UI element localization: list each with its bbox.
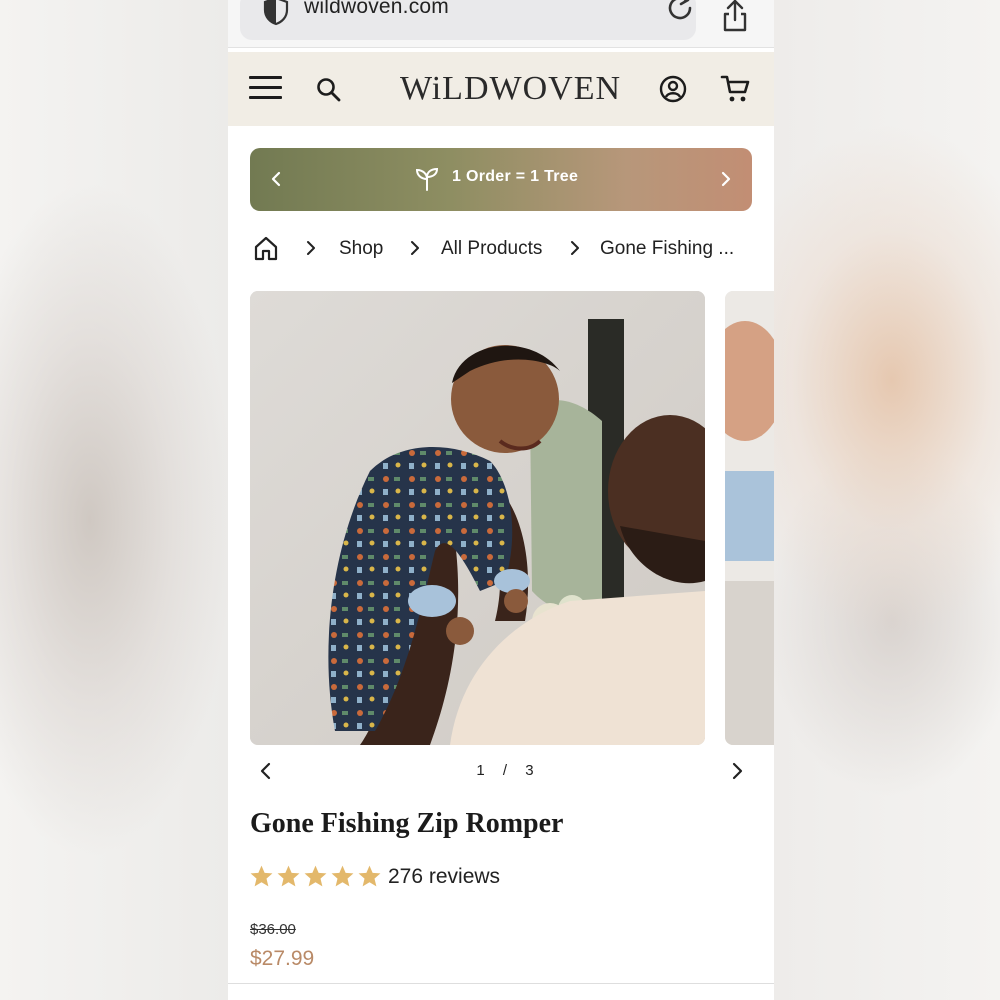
cart-icon[interactable] [720, 74, 752, 104]
next-photo [725, 291, 774, 745]
sprout-icon [415, 167, 439, 191]
site-logo[interactable]: WiLDWOVEN [400, 68, 620, 110]
star-icon [304, 865, 327, 887]
star-icon [250, 865, 273, 887]
background-blur-left [0, 0, 228, 1000]
star-icon [358, 865, 381, 887]
gallery-counter: 1 / 3 [476, 762, 534, 779]
promo-banner[interactable]: 1 Order = 1 Tree [250, 148, 752, 211]
chevron-right-icon [571, 241, 579, 255]
chevron-right-icon [411, 241, 419, 255]
star-icon [277, 865, 300, 887]
chevron-right-icon[interactable] [726, 760, 748, 782]
mobile-screen: wildwoven.com WiLDWOVEN 1 Order = 1 Tree… [228, 0, 774, 1000]
product-title: Gone Fishing Zip Romper [250, 808, 564, 839]
url-text[interactable]: wildwoven.com [304, 0, 449, 19]
search-icon[interactable] [315, 76, 343, 104]
breadcrumb-shop[interactable]: Shop [339, 238, 383, 260]
account-icon[interactable] [658, 74, 688, 104]
product-photo [250, 291, 705, 745]
sale-price: $27.99 [250, 947, 315, 970]
star-icon [331, 865, 354, 887]
chevron-left-icon[interactable] [255, 760, 277, 782]
address-bar[interactable]: wildwoven.com [240, 0, 696, 40]
chevron-right-icon [307, 241, 315, 255]
chevron-right-icon[interactable] [712, 166, 738, 192]
site-header: WiLDWOVEN [228, 52, 774, 126]
browser-toolbar: wildwoven.com [228, 0, 774, 48]
shield-icon [263, 0, 289, 26]
menu-icon[interactable] [249, 76, 282, 102]
breadcrumb-current: Gone Fishing ... [600, 238, 735, 259]
original-price: $36.00 [250, 921, 296, 938]
promo-text: 1 Order = 1 Tree [452, 168, 579, 185]
rating-stars[interactable] [249, 864, 384, 890]
chevron-left-icon[interactable] [264, 166, 290, 192]
next-image-preview[interactable] [725, 291, 774, 745]
product-image[interactable] [250, 291, 705, 745]
reload-icon[interactable] [664, 0, 696, 24]
divider [228, 983, 774, 984]
reviews-link[interactable]: 276 reviews [388, 865, 500, 889]
breadcrumb-all-products[interactable]: All Products [441, 238, 542, 260]
breadcrumb: Shop All Products Gone Fishing ... [252, 234, 772, 268]
background-blur-right [772, 0, 1000, 1000]
home-icon[interactable] [252, 234, 280, 262]
share-icon[interactable] [720, 0, 750, 32]
